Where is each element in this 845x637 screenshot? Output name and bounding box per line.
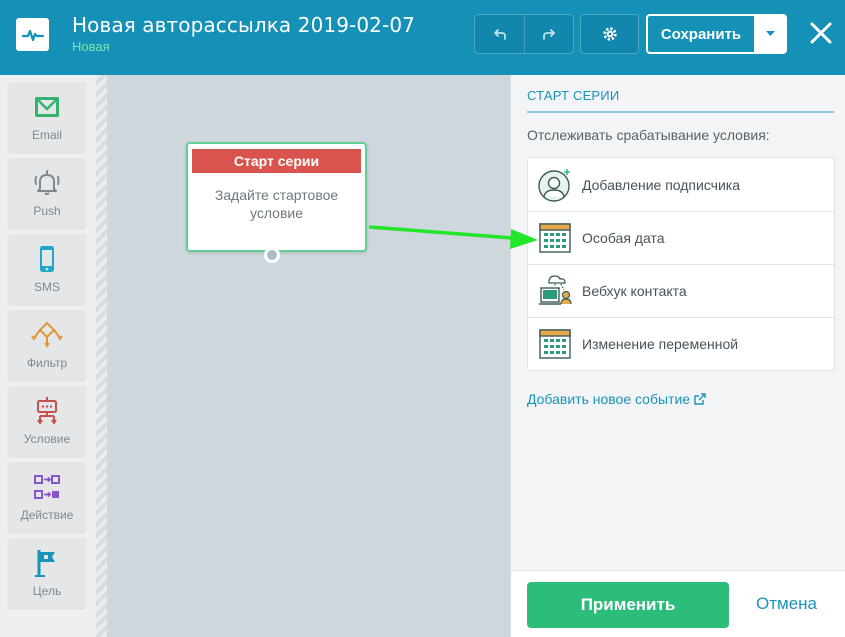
phone-icon — [40, 246, 54, 272]
history-buttons — [474, 14, 574, 54]
tool-filter[interactable]: Фильтр — [8, 310, 86, 380]
undo-icon — [493, 29, 506, 40]
event-variable-change[interactable]: Изменение переменной — [528, 317, 834, 370]
event-label: Особая дата — [582, 230, 665, 246]
panel-footer: Применить Отмена — [511, 570, 845, 637]
add-subscriber-icon — [538, 168, 570, 202]
flag-icon — [35, 550, 55, 577]
event-contact-webhook[interactable]: Вебхук контакта — [528, 264, 834, 317]
close-icon — [810, 22, 832, 44]
page-title: Новая авторассылка 2019-02-07 — [72, 13, 415, 37]
event-label: Добавление подписчика — [582, 176, 741, 193]
tool-label: SMS — [33, 280, 60, 294]
top-bar: Новая авторассылка 2019-02-07 Новая Сохр… — [0, 0, 845, 75]
settings-button[interactable] — [581, 15, 638, 53]
close-button[interactable] — [806, 18, 836, 48]
add-event-link-label: Добавить новое событие — [527, 391, 691, 407]
event-add-subscriber[interactable]: Добавление подписчика — [528, 158, 834, 211]
tool-label: Фильтр — [26, 356, 68, 370]
tool-label: Условие — [23, 432, 71, 446]
tool-email[interactable]: Email — [8, 82, 86, 152]
envelope-icon — [35, 97, 59, 117]
start-block-header: Старт серии — [192, 149, 361, 173]
tool-action[interactable]: Действие — [8, 462, 86, 532]
pulse-logo-icon — [16, 18, 49, 51]
tool-push[interactable]: Push — [8, 158, 86, 228]
tool-label: Push — [33, 204, 61, 218]
redo-button[interactable] — [524, 15, 573, 53]
save-button[interactable]: Сохранить — [646, 14, 756, 54]
apply-button[interactable]: Применить — [527, 582, 729, 628]
tool-goal[interactable]: Цель — [8, 538, 86, 608]
tool-sms[interactable]: SMS — [8, 234, 86, 304]
action-icon — [34, 475, 60, 499]
event-list: Добавление подписчика Особая дата Вебхук… — [527, 157, 835, 371]
blocks-toolbar: Email Push SMS Фильтр Условие Действие Ц… — [0, 75, 96, 637]
redo-icon — [543, 29, 555, 40]
start-block[interactable]: Старт серии Задайте стартовое условие — [186, 142, 367, 252]
status-label: Новая — [72, 39, 110, 54]
settings-group — [580, 14, 639, 54]
condition-icon — [37, 397, 57, 425]
event-special-date[interactable]: Особая дата — [528, 211, 834, 264]
start-block-text: Задайте стартовое условие — [214, 187, 339, 221]
tool-condition[interactable]: Условие — [8, 386, 86, 456]
tool-label: Цель — [32, 584, 62, 598]
bell-icon — [34, 170, 60, 195]
tool-label: Email — [31, 128, 62, 142]
webhook-icon — [539, 275, 572, 305]
filter-icon — [31, 321, 63, 348]
add-event-link[interactable]: Добавить новое событие — [527, 391, 706, 407]
external-link-icon — [694, 393, 706, 405]
undo-button[interactable] — [475, 15, 524, 53]
settings-panel: СТАРТ СЕРИИ Отслеживать срабатывание усл… — [510, 75, 845, 637]
cancel-button[interactable]: Отмена — [756, 594, 817, 614]
event-label: Изменение переменной — [582, 336, 739, 352]
event-label: Вебхук контакта — [582, 283, 687, 299]
chevron-down-icon — [766, 31, 775, 36]
tool-label: Действие — [20, 508, 74, 522]
calendar-icon — [539, 329, 571, 359]
save-group: Сохранить — [646, 14, 787, 54]
calendar-icon — [539, 223, 571, 253]
save-dropdown-button[interactable] — [756, 14, 787, 54]
gear-icon — [602, 27, 617, 41]
start-block-output-port[interactable] — [264, 247, 280, 263]
panel-title: СТАРТ СЕРИИ — [527, 88, 620, 103]
panel-subtitle: Отслеживать срабатывание условия: — [527, 127, 770, 143]
panel-divider — [527, 111, 834, 113]
